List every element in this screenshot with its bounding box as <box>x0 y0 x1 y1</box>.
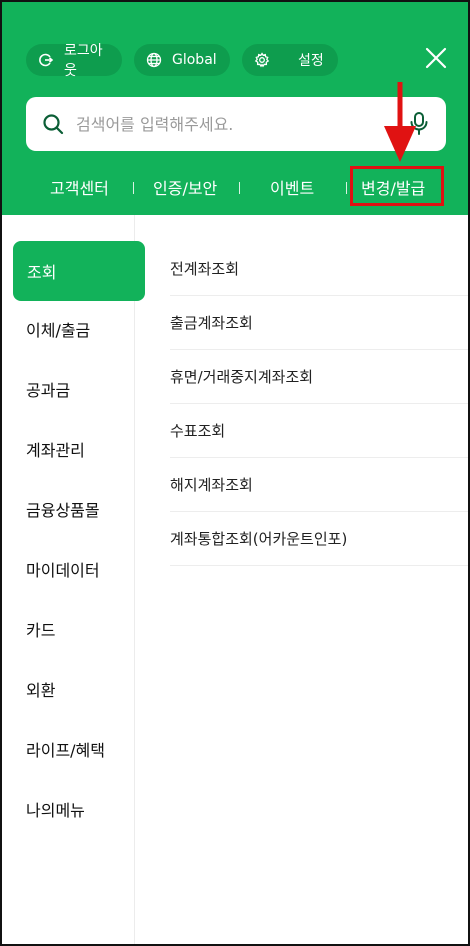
sidebar-item-card[interactable]: 카드 <box>12 599 145 659</box>
settings-label: 설정 <box>298 53 324 69</box>
quick-link-event[interactable]: 이벤트 <box>270 175 314 199</box>
annotation-highlight-box <box>350 166 444 206</box>
sidebar-item-my-menu[interactable]: 나의메뉴 <box>12 779 145 839</box>
submenu-item-withdrawal-accounts[interactable]: 출금계좌조회 <box>170 296 468 350</box>
logout-label: 로그아웃 <box>64 43 103 79</box>
search-icon[interactable] <box>42 113 64 135</box>
global-button[interactable]: Global <box>134 44 230 76</box>
app-frame: 로그아웃 Global 설정 검색어를 입력해주세요. 고객센터 인증/보안 이… <box>0 0 470 946</box>
global-label: Global <box>172 52 217 68</box>
search-input[interactable] <box>76 114 408 134</box>
globe-icon <box>146 52 162 68</box>
category-sidebar: 조회 이체/출금 공과금 계좌관리 금융상품몰 마이데이터 카드 외환 라이프/… <box>2 215 145 944</box>
header: 로그아웃 Global 설정 검색어를 입력해주세요. 고객센터 인증/보안 이… <box>2 2 468 215</box>
sidebar-item-forex[interactable]: 외환 <box>12 659 145 719</box>
quick-link-customer-center[interactable]: 고객센터 <box>50 175 109 199</box>
sidebar-item-inquiry[interactable]: 조회 <box>13 241 145 301</box>
submenu-item-checks[interactable]: 수표조회 <box>170 404 468 458</box>
submenu-item-all-accounts[interactable]: 전계좌조회 <box>170 242 468 296</box>
quick-divider <box>346 182 347 194</box>
sidebar-item-transfer[interactable]: 이체/출금 <box>12 299 145 359</box>
submenu-item-dormant-accounts[interactable]: 휴면/거래중지계좌조회 <box>170 350 468 404</box>
settings-button[interactable]: 설정 <box>242 44 338 76</box>
sidebar-item-account[interactable]: 계좌관리 <box>12 419 145 479</box>
logout-button[interactable]: 로그아웃 <box>26 43 122 79</box>
quick-divider <box>133 182 134 194</box>
submenu-item-closed-accounts[interactable]: 해지계좌조회 <box>170 458 468 512</box>
quick-divider <box>239 182 240 194</box>
annotation-arrow-icon <box>380 82 420 164</box>
sidebar-item-life[interactable]: 라이프/혜택 <box>12 719 145 779</box>
sidebar-item-mydata[interactable]: 마이데이터 <box>12 539 145 599</box>
submenu-list: 전계좌조회 출금계좌조회 휴면/거래중지계좌조회 수표조회 해지계좌조회 계좌통… <box>170 242 468 566</box>
logout-icon <box>38 52 54 68</box>
close-icon[interactable] <box>424 46 448 70</box>
submenu-item-account-info[interactable]: 계좌통합조회(어카운트인포) <box>170 512 468 566</box>
gear-icon <box>254 52 270 68</box>
sidebar-item-products[interactable]: 금융상품몰 <box>12 479 145 539</box>
sidebar-item-utility[interactable]: 공과금 <box>12 359 145 419</box>
quick-link-auth-security[interactable]: 인증/보안 <box>153 175 217 199</box>
